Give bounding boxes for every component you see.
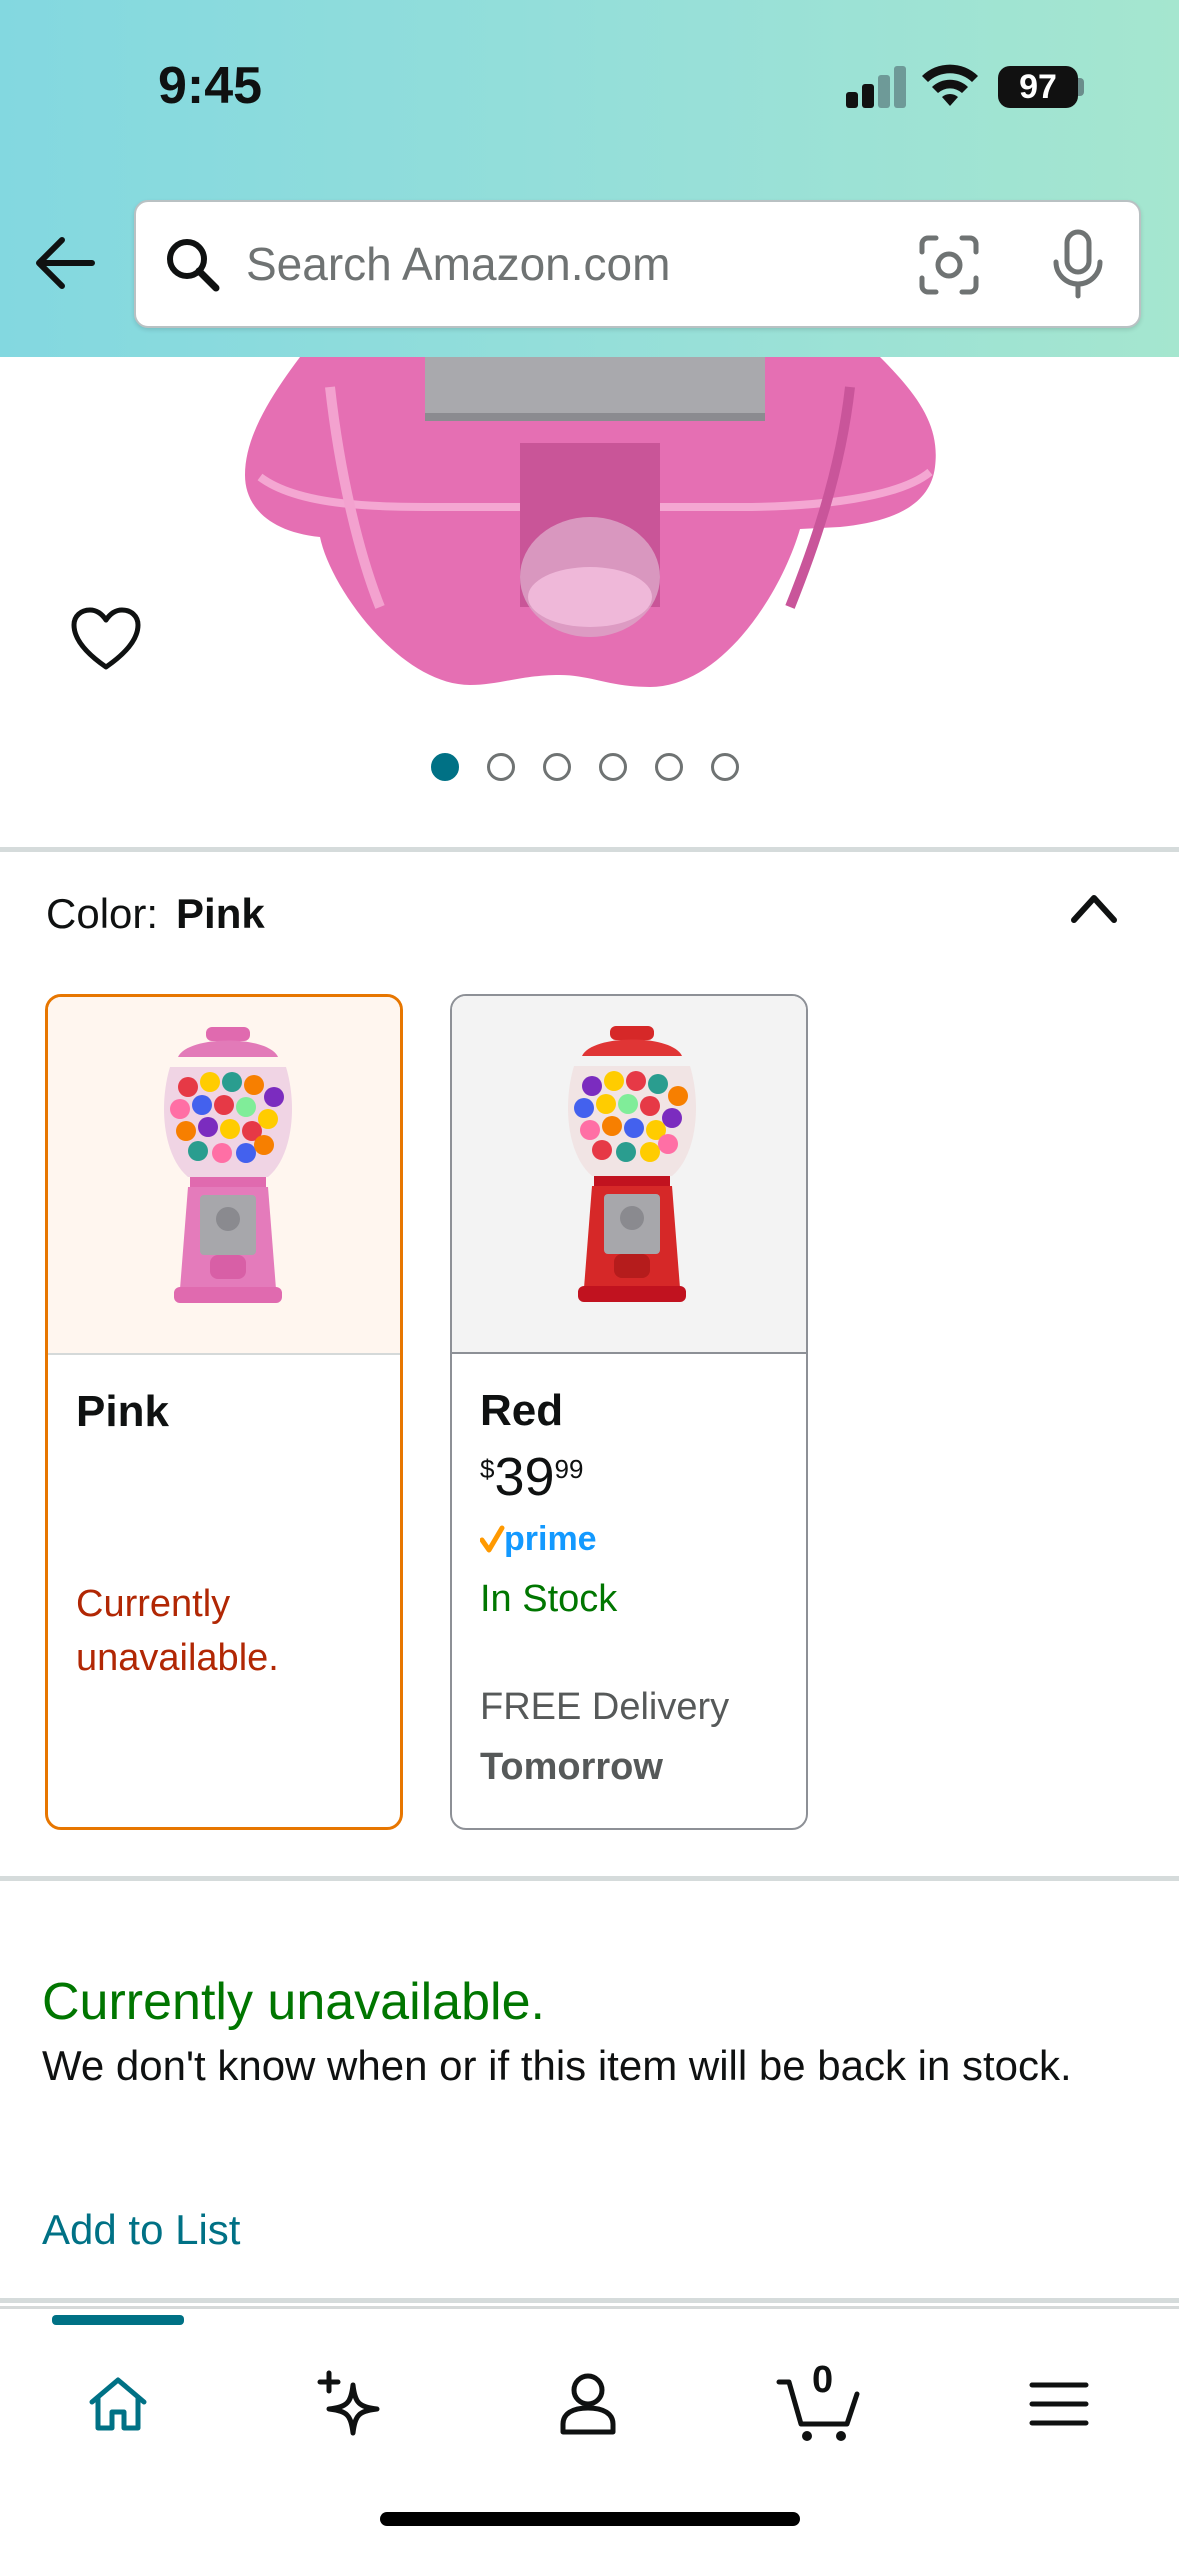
carousel-dot[interactable] [711,753,739,781]
swatch-name: Red [480,1386,564,1435]
unavailable-text: Currently unavailable. [76,1583,279,1679]
availability-title: Currently unavailable. [42,1973,545,2031]
red-gumball-thumbnail [452,996,806,1354]
price-whole: 39 [494,1447,555,1507]
carousel-dot[interactable] [599,753,627,781]
nav-account[interactable] [528,2349,648,2459]
search-icon [167,239,220,292]
product-image-carousel[interactable] [0,357,1179,847]
home-icon [89,2377,147,2431]
svg-text:prime: prime [504,1520,597,1558]
home-indicator [380,2512,800,2526]
color-option-red[interactable]: Red $ 39 99 prime In Stock FREE Delivery… [450,994,808,1830]
color-selector-label: Color: Pink [46,890,265,937]
section-divider [0,1876,1179,1881]
pink-gumball-thumbnail [48,997,400,1355]
camera-lens-icon[interactable] [916,232,982,298]
section-divider [0,847,1179,852]
battery-tip [1078,78,1084,96]
carousel-dot[interactable] [487,753,515,781]
account-icon [560,2373,616,2435]
carousel-dot[interactable] [431,753,459,781]
delivery-label: FREE Delivery [480,1686,730,1728]
price: $ 39 99 [480,1444,583,1510]
carousel-dot[interactable] [543,753,571,781]
add-to-list-link[interactable]: Add to List [42,2206,240,2254]
microphone-icon[interactable] [1048,228,1108,300]
in-stock-text: In Stock [480,1578,618,1620]
nav-rufus[interactable] [290,2349,410,2459]
gumball-machine-image [245,357,936,687]
cart-count: 0 [812,2359,834,2401]
prime-badge-icon: prime [480,1520,597,1558]
back-arrow-icon[interactable] [30,228,100,298]
menu-icon [1029,2382,1089,2426]
availability-description: We don't know when or if this item will … [42,2042,1072,2089]
chevron-up-icon[interactable] [1068,888,1120,928]
price-symbol: $ [480,1454,495,1484]
nav-cart[interactable]: 0 [760,2349,880,2459]
delivery-date: Tomorrow [480,1746,663,1788]
search-bar[interactable] [134,200,1141,328]
carousel-dot[interactable] [655,753,683,781]
status-time: 9:45 [158,57,263,115]
carousel-dots [431,753,739,781]
wifi-icon [922,64,978,106]
nav-menu[interactable] [999,2349,1119,2459]
ai-sparkle-icon [317,2370,380,2436]
price-fraction: 99 [554,1454,584,1484]
search-input[interactable] [246,226,966,302]
section-divider [0,2298,1179,2303]
active-tab-indicator [52,2315,184,2325]
selected-color: Pink [176,890,265,937]
nav-home[interactable] [58,2349,178,2459]
swatch-name: Pink [76,1387,169,1436]
cellular-signal-icon [846,66,908,108]
heart-icon[interactable] [70,607,142,673]
color-option-pink[interactable]: Pink Currently unavailable. [45,994,403,1830]
header: 9:45 97 [0,0,1179,357]
battery-icon: 97 [998,66,1078,108]
